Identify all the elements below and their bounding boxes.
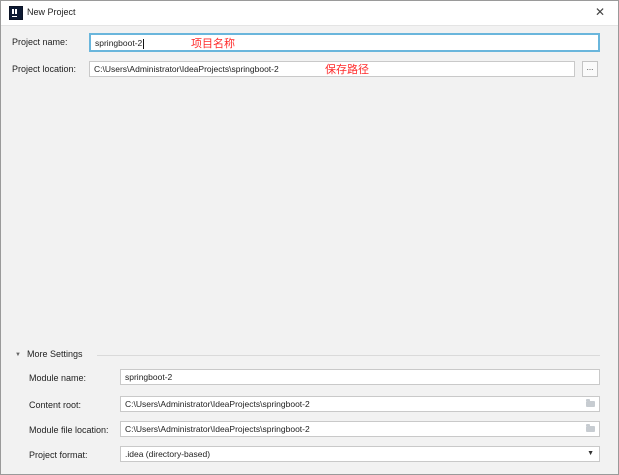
close-button[interactable]: ✕: [592, 4, 608, 20]
more-settings-header: More Settings: [26, 349, 83, 359]
content-root-label: Content root:: [29, 400, 82, 410]
project-name-label: Project name:: [12, 37, 68, 47]
folder-icon[interactable]: [586, 399, 595, 407]
project-location-label: Project location:: [12, 64, 77, 74]
content-root-input[interactable]: C:\Users\Administrator\IdeaProjects\spri…: [120, 396, 600, 412]
chevron-down-icon: ▼: [587, 450, 594, 457]
text-caret: [143, 38, 145, 49]
more-settings-toggle[interactable]: ▼ More Settings: [15, 349, 82, 359]
project-name-input[interactable]: springboot-2: [89, 33, 600, 52]
title-bar: New Project ✕: [1, 1, 618, 26]
new-project-dialog: New Project ✕ Project name: springboot-2…: [0, 0, 619, 475]
module-name-value: springboot-2: [125, 372, 173, 382]
module-name-label: Module name:: [29, 373, 87, 383]
module-file-location-input[interactable]: C:\Users\Administrator\IdeaProjects\spri…: [120, 421, 600, 437]
project-format-value: .idea (directory-based): [125, 449, 211, 459]
content-root-value: C:\Users\Administrator\IdeaProjects\spri…: [125, 399, 310, 409]
project-name-annotation: 项目名称: [191, 37, 235, 50]
more-settings-separator: [97, 355, 600, 356]
project-location-value: C:\Users\Administrator\IdeaProjects\spri…: [94, 64, 279, 74]
project-name-value: springboot-2: [95, 38, 143, 48]
browse-location-button[interactable]: ...: [582, 61, 598, 77]
folder-icon[interactable]: [586, 424, 595, 432]
module-file-location-label: Module file location:: [29, 425, 109, 435]
module-file-location-value: C:\Users\Administrator\IdeaProjects\spri…: [125, 424, 310, 434]
project-location-annotation: 保存路径: [325, 63, 369, 76]
collapse-triangle-icon: ▼: [15, 351, 21, 358]
project-format-label: Project format:: [29, 450, 88, 460]
window-title: New Project: [27, 7, 76, 17]
module-name-input[interactable]: springboot-2: [120, 369, 600, 385]
project-format-select[interactable]: .idea (directory-based) ▼: [120, 446, 600, 462]
intellij-app-icon: [9, 6, 23, 20]
